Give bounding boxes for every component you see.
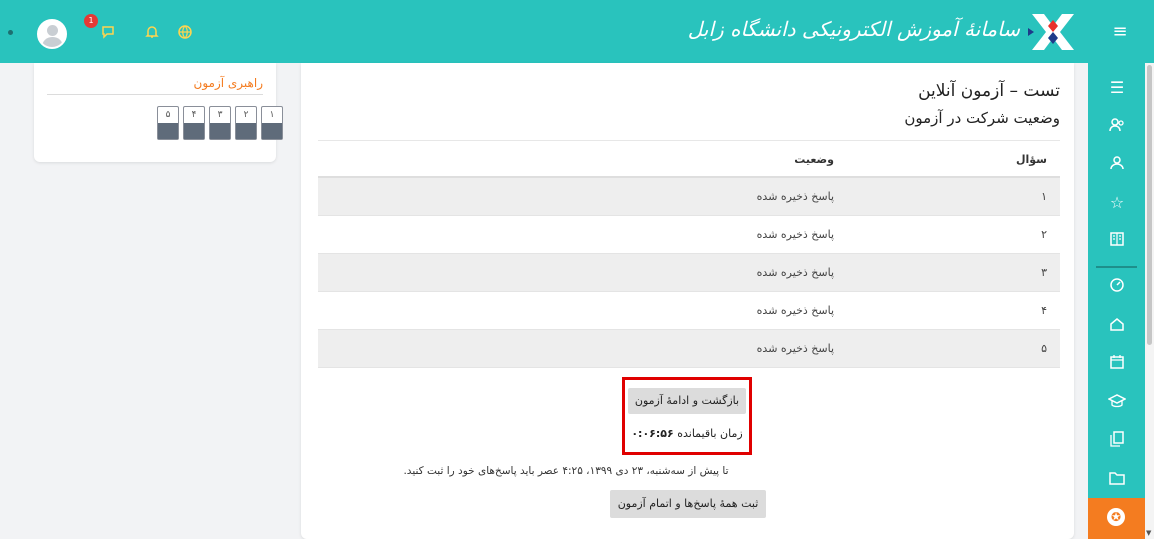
- notification-badge: 1: [84, 14, 98, 28]
- page-title: تست – آزمون آنلاین: [918, 81, 1060, 101]
- time-left-value: ۰:۰۶:۵۶: [631, 427, 674, 440]
- question-number[interactable]: ۲: [1041, 216, 1047, 254]
- user-group-icon[interactable]: [1106, 116, 1128, 138]
- table-row[interactable]: ۳ پاسخ ذخیره شده: [318, 254, 1060, 292]
- top-navbar: 1 سامانهٔ آموزش الکترونیکی دانشگاه زابل …: [0, 0, 1154, 63]
- users-icon[interactable]: [1106, 154, 1128, 176]
- book-icon[interactable]: [1106, 230, 1128, 252]
- quiz-navigation-block: راهبری آزمون ۱ ۲ ۳ ۴ ۵: [34, 63, 283, 162]
- chat-icon[interactable]: [100, 24, 116, 40]
- quiz-nav-question-4[interactable]: ۴: [183, 106, 205, 140]
- table-row[interactable]: ۱ پاسخ ذخیره شده: [318, 178, 1060, 216]
- column-header-question: سؤال: [1015, 153, 1047, 166]
- question-status: پاسخ ذخیره شده: [756, 190, 834, 203]
- globe-icon[interactable]: [177, 24, 193, 40]
- bell-icon[interactable]: [144, 24, 160, 40]
- attempt-summary-table: سؤال وضعیت ۱ پاسخ ذخیره شده ۲ پاسخ ذخیره…: [318, 141, 1060, 368]
- accessibility-button[interactable]: ✪: [1088, 498, 1145, 539]
- page-subtitle: وضعیت شرکت در آزمون: [904, 109, 1060, 127]
- time-left: زمان باقیمانده ۰:۰۶:۵۶: [628, 427, 746, 440]
- folder-icon[interactable]: [1106, 469, 1128, 491]
- side-rail: ☰ ☆ ✪: [1088, 63, 1145, 539]
- submit-all-button[interactable]: ثبت همهٔ پاسخ‌ها و اتمام آزمون: [610, 490, 766, 518]
- scrollbar-thumb[interactable]: [1147, 65, 1152, 345]
- question-number[interactable]: ۱: [1041, 178, 1047, 216]
- question-status: پاسخ ذخیره شده: [756, 304, 834, 317]
- table-header-row: سؤال وضعیت: [318, 141, 1060, 178]
- quiz-nav-question-5[interactable]: ۵: [157, 106, 179, 140]
- calendar-icon[interactable]: [1106, 353, 1128, 375]
- quiz-nav-question-1[interactable]: ۱: [261, 106, 283, 140]
- scroll-down-icon[interactable]: ▼: [1146, 529, 1151, 537]
- question-number[interactable]: ۵: [1041, 330, 1047, 368]
- return-to-attempt-button[interactable]: بازگشت و ادامهٔ آزمون: [628, 388, 746, 414]
- question-status: پاسخ ذخیره شده: [756, 228, 834, 241]
- quiz-nav-question-3[interactable]: ۳: [209, 106, 231, 140]
- question-status: پاسخ ذخیره شده: [756, 266, 834, 279]
- accessibility-icon: ✪: [1107, 508, 1125, 526]
- question-number[interactable]: ۳: [1041, 254, 1047, 292]
- column-header-status: وضعیت: [794, 153, 834, 166]
- rail-divider: [1096, 266, 1137, 268]
- star-icon[interactable]: ☆: [1106, 192, 1128, 214]
- quiz-nav-question-2[interactable]: ۲: [235, 106, 257, 140]
- home-icon[interactable]: [1106, 315, 1128, 337]
- user-menu-caret-icon[interactable]: [8, 30, 13, 35]
- files-icon[interactable]: [1106, 430, 1128, 452]
- hamburger-icon[interactable]: ≡: [1110, 22, 1130, 42]
- question-status: پاسخ ذخیره شده: [756, 342, 834, 355]
- university-logo-icon: [1028, 14, 1074, 50]
- quiz-navigation-title: راهبری آزمون: [47, 76, 263, 95]
- brand-logo[interactable]: سامانهٔ آموزش الکترونیکی دانشگاه زابل: [688, 8, 1080, 56]
- question-number[interactable]: ۴: [1041, 292, 1047, 330]
- table-row[interactable]: ۵ پاسخ ذخیره شده: [318, 330, 1060, 368]
- table-row[interactable]: ۲ پاسخ ذخیره شده: [318, 216, 1060, 254]
- brand-title: سامانهٔ آموزش الکترونیکی دانشگاه زابل: [687, 17, 1020, 41]
- page-scrollbar[interactable]: ▼: [1145, 63, 1154, 539]
- dashboard-icon[interactable]: [1106, 276, 1128, 298]
- list-icon[interactable]: ☰: [1106, 77, 1128, 99]
- graduation-cap-icon[interactable]: [1106, 392, 1128, 414]
- avatar-icon[interactable]: [37, 19, 67, 49]
- table-row[interactable]: ۴ پاسخ ذخیره شده: [318, 292, 1060, 330]
- time-left-label: زمان باقیمانده: [677, 427, 743, 440]
- deadline-notice: تا پیش از سه‌شنبه، ۲۳ دی ۱۳۹۹، ۴:۲۵ عصر …: [403, 465, 729, 477]
